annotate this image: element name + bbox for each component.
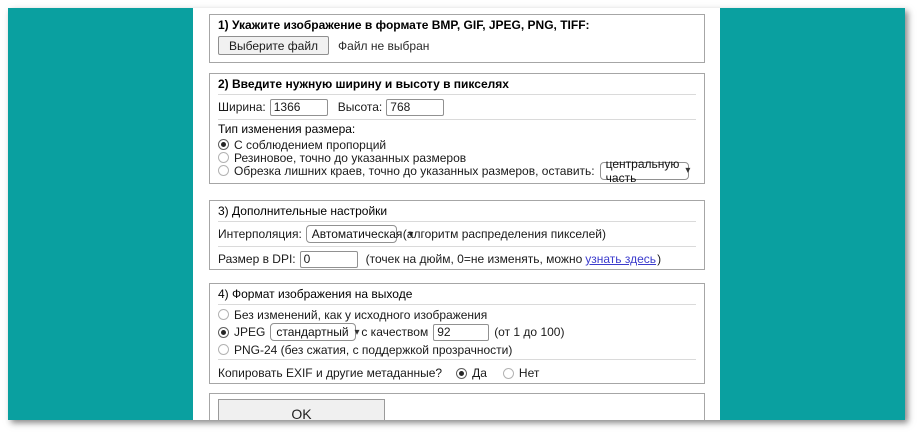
interpolation-selected-value: Автоматическая	[312, 227, 403, 241]
exif-no-label: Нет	[519, 366, 539, 380]
page-background: 1) Укажите изображение в формате BMP, GI…	[8, 8, 905, 420]
section-output-format-title: 4) Формат изображения на выходе	[218, 288, 696, 301]
radio-exif-yes[interactable]	[456, 368, 467, 379]
section-advanced-title: 3) Дополнительные настройки	[218, 205, 696, 218]
jpeg-quality-label: с качеством	[361, 325, 428, 339]
jpeg-subtype-select[interactable]: стандартный	[270, 323, 356, 341]
dpi-hint: (точек на дюйм, 0=не изменять, можно	[366, 252, 583, 266]
divider	[218, 304, 696, 305]
exif-question-label: Копировать EXIF и другие метаданные?	[218, 366, 442, 380]
form-content: 1) Укажите изображение в формате BMP, GI…	[193, 8, 720, 420]
jpeg-subtype-selected-value: стандартный	[276, 325, 348, 339]
resize-option-label: Резиновое, точно до указанных размеров	[234, 151, 466, 165]
resize-type-label: Тип изменения размера:	[218, 123, 696, 136]
crop-area-selected-value: центральную часть	[606, 157, 680, 185]
content-column: 1) Укажите изображение в формате BMP, GI…	[193, 8, 720, 420]
section-submit: OK	[209, 393, 705, 420]
height-label: Высота:	[338, 100, 383, 114]
divider	[218, 359, 696, 360]
section-dimensions-title: 2) Введите нужную ширину и высоту в пикс…	[218, 78, 696, 91]
radio-format-png24[interactable]	[218, 344, 229, 355]
dpi-input[interactable]	[300, 251, 358, 268]
jpeg-quality-input[interactable]	[433, 324, 489, 341]
choose-file-button[interactable]: Выберите файл	[218, 36, 329, 55]
crop-area-select[interactable]: центральную часть	[600, 162, 689, 180]
radio-crop[interactable]	[218, 165, 229, 176]
section-dimensions: 2) Введите нужную ширину и высоту в пикс…	[209, 73, 705, 184]
height-input[interactable]	[386, 99, 444, 116]
radio-format-unchanged[interactable]	[218, 309, 229, 320]
radio-proportional[interactable]	[218, 139, 229, 150]
exif-row: Копировать EXIF и другие метаданные? Да …	[218, 363, 696, 383]
format-option-label: PNG-24 (без сжатия, с поддержкой прозрач…	[234, 343, 512, 357]
dpi-info-link[interactable]: узнать здесь	[585, 252, 656, 266]
divider	[218, 221, 696, 222]
divider	[218, 246, 696, 247]
resize-option-proportional[interactable]: С соблюдением пропорций	[218, 138, 696, 151]
exif-yes-label: Да	[472, 366, 487, 380]
resize-option-label: С соблюдением пропорций	[234, 138, 386, 152]
format-option-jpeg[interactable]: JPEG стандартный с качеством (от 1 до 10…	[218, 322, 696, 342]
format-option-label: Без изменений, как у исходного изображен…	[234, 308, 487, 322]
format-option-png24[interactable]: PNG-24 (без сжатия, с поддержкой прозрач…	[218, 343, 696, 356]
radio-format-jpeg[interactable]	[218, 327, 229, 338]
section-upload-title: 1) Укажите изображение в формате BMP, GI…	[218, 19, 696, 32]
interpolation-label: Интерполяция:	[218, 227, 302, 241]
dpi-label: Размер в DPI:	[218, 252, 296, 266]
interpolation-row: Интерполяция: Автоматическая (алгоритм р…	[218, 225, 696, 243]
radio-stretch[interactable]	[218, 152, 229, 163]
section-output-format: 4) Формат изображения на выходе Без изме…	[209, 283, 705, 384]
file-input-row: Выберите файл Файл не выбран	[218, 36, 696, 55]
divider	[218, 94, 696, 95]
interpolation-hint: (алгоритм распределения пикселей)	[403, 227, 606, 241]
format-option-unchanged[interactable]: Без изменений, как у исходного изображен…	[218, 308, 696, 321]
interpolation-select[interactable]: Автоматическая	[306, 225, 397, 243]
section-advanced: 3) Дополнительные настройки Интерполяция…	[209, 200, 705, 270]
width-input[interactable]	[270, 99, 328, 116]
radio-exif-no[interactable]	[503, 368, 514, 379]
dpi-row: Размер в DPI: (точек на дюйм, 0=не измен…	[218, 250, 696, 268]
dpi-hint-close: )	[657, 252, 661, 266]
resize-option-label: Обрезка лишних краев, точно до указанных…	[234, 164, 595, 178]
width-label: Ширина:	[218, 100, 266, 114]
file-status-text: Файл не выбран	[338, 39, 429, 53]
resize-option-crop[interactable]: Обрезка лишних краев, точно до указанных…	[218, 164, 696, 177]
jpeg-quality-hint: (от 1 до 100)	[494, 325, 564, 339]
section-upload: 1) Укажите изображение в формате BMP, GI…	[209, 14, 705, 63]
ok-button[interactable]: OK	[218, 399, 385, 420]
format-option-label: JPEG	[234, 325, 265, 339]
size-inputs-row: Ширина: Высота:	[218, 98, 696, 116]
divider	[218, 119, 696, 120]
